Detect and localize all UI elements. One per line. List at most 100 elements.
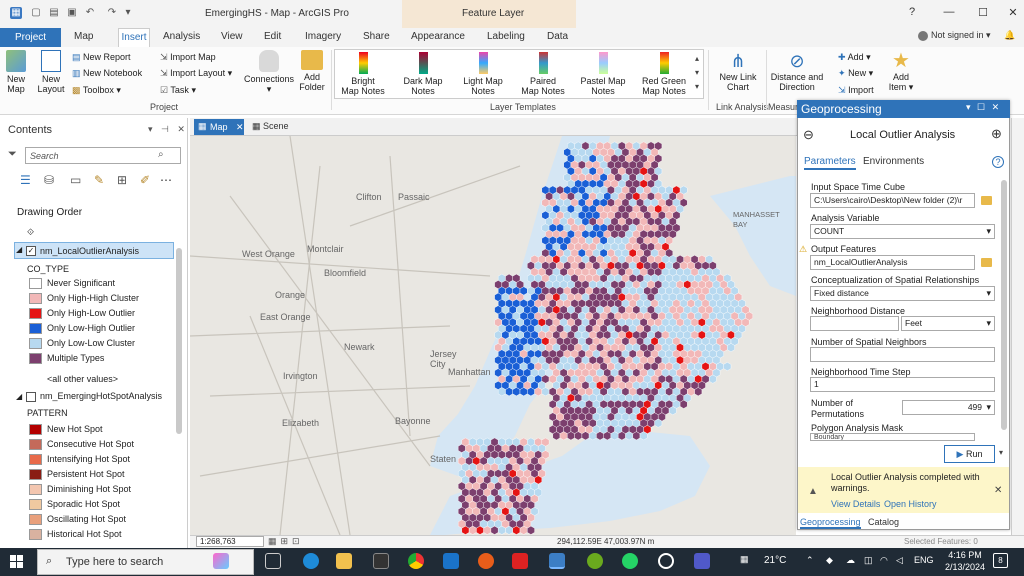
contents-scrollbar[interactable]	[176, 248, 182, 434]
tab-geoprocessing[interactable]: Geoprocessing	[800, 517, 861, 529]
new-layout-button[interactable]: New Layout	[34, 50, 68, 94]
legend-swatch[interactable]	[29, 278, 42, 289]
template-red-green-map-notes[interactable]: Red Green Map Notes	[638, 52, 690, 96]
import-map-button[interactable]: ⇲ Import Map	[160, 52, 216, 63]
file-explorer-icon[interactable]	[336, 553, 352, 569]
temperature[interactable]: 21°C	[764, 555, 786, 566]
distance-direction-button[interactable]: ⊘ Distance and Direction	[769, 50, 825, 92]
legend-swatch[interactable]	[29, 514, 42, 525]
list-by-labeling-icon[interactable]: ✐	[140, 173, 154, 187]
tray-expand-icon[interactable]: ⌃	[806, 555, 814, 566]
windows-start-icon[interactable]	[10, 555, 23, 568]
teams-icon[interactable]	[694, 553, 710, 569]
tab-data[interactable]: Data	[547, 31, 568, 42]
new-notebook-button[interactable]: ▥ New Notebook	[72, 68, 142, 79]
store-icon[interactable]	[373, 553, 389, 569]
distance-unit-select[interactable]: Feet	[901, 316, 995, 331]
add-icon[interactable]: ⊕	[991, 126, 1002, 142]
list-by-editing-icon[interactable]: ✎	[94, 173, 108, 187]
list-drawing-order-icon[interactable]: ☰	[20, 173, 34, 187]
notification-center-badge[interactable]: 8	[993, 553, 1008, 568]
tab-parameters[interactable]: Parameters	[804, 156, 856, 170]
search-icon[interactable]: ⌕	[158, 149, 164, 160]
gallery-scroll-icon[interactable]: ▴ ▾ ▾	[695, 52, 699, 94]
map-nav-icons[interactable]: ▦⊞⊡	[268, 536, 304, 547]
arcgis-pro-taskbar-icon[interactable]	[549, 553, 565, 569]
tab-appearance[interactable]: Appearance	[411, 31, 465, 42]
map-canvas[interactable]: Clifton Passaic West Orange Montclair Bl…	[190, 136, 796, 535]
task-button[interactable]: ☑ Task ▾	[160, 85, 196, 96]
legend-swatch[interactable]	[29, 353, 42, 364]
save-icon[interactable]: ▣	[66, 7, 78, 19]
polygon-mask-field[interactable]: Boundary	[810, 433, 975, 441]
pane-controls[interactable]: ▾ ⊣ ✕	[148, 124, 188, 135]
legend-swatch[interactable]	[29, 293, 42, 304]
help-button[interactable]: ?	[909, 6, 915, 18]
tab-map[interactable]: Map	[74, 31, 93, 42]
neighborhood-distance-input[interactable]	[810, 316, 899, 331]
legend-swatch[interactable]	[29, 308, 42, 319]
tab-project[interactable]: Project	[0, 28, 61, 47]
qat-dropdown-icon[interactable]: ▾	[122, 7, 134, 19]
user-account[interactable]: Not signed in ▾	[918, 30, 991, 41]
add-item-button[interactable]: ★ Add Item ▾	[884, 50, 918, 92]
legend-swatch[interactable]	[29, 454, 42, 465]
maximize-icon[interactable]: ☐	[976, 6, 990, 19]
tab-edit[interactable]: Edit	[264, 31, 281, 42]
new-button[interactable]: ✦ New ▾	[838, 68, 873, 79]
onedrive-icon[interactable]: ☁	[846, 555, 855, 566]
volume-icon[interactable]: ◁	[896, 555, 903, 566]
legend-swatch[interactable]	[29, 469, 42, 480]
legend-swatch[interactable]	[29, 439, 42, 450]
open-icon[interactable]: ▤	[48, 7, 60, 19]
tab-labeling[interactable]: Labeling	[487, 31, 525, 42]
tab-imagery[interactable]: Imagery	[305, 31, 341, 42]
map-node-icon[interactable]: ⟐	[27, 227, 34, 238]
permutations-select[interactable]: 499	[902, 400, 995, 415]
pdf-icon[interactable]	[512, 553, 528, 569]
task-view-icon[interactable]	[265, 553, 281, 569]
edge-icon[interactable]	[303, 553, 319, 569]
back-arrow-icon[interactable]: ⊖	[803, 127, 814, 143]
toolbox-button[interactable]: ▩ Toolbox ▾	[72, 85, 121, 96]
new-link-chart-button[interactable]: ⋔ New Link Chart	[716, 50, 760, 92]
undo-icon[interactable]: ↶	[84, 7, 96, 19]
time-step-input[interactable]: 1	[810, 377, 995, 392]
close-icon[interactable]: ✕	[236, 122, 244, 132]
close-icon[interactable]: ✕	[1006, 6, 1020, 19]
browse-folder-icon[interactable]	[981, 258, 992, 267]
template-pastel-map-notes[interactable]: Pastel Map Notes	[578, 52, 628, 96]
template-dark-map-notes[interactable]: Dark Map Notes	[398, 52, 448, 96]
run-dropdown-icon[interactable]: ▾	[999, 448, 1003, 457]
legend-swatch[interactable]	[29, 323, 42, 334]
minimize-icon[interactable]: —	[942, 6, 956, 18]
media-player-icon[interactable]	[658, 553, 674, 569]
clock[interactable]: 4:16 PM 2/13/2024	[944, 549, 986, 573]
template-light-map-notes[interactable]: Light Map Notes	[458, 52, 508, 96]
browse-folder-icon[interactable]	[981, 196, 992, 205]
add-folder-button[interactable]: Add Folder	[297, 50, 327, 92]
help-icon[interactable]: ?	[992, 156, 1004, 168]
analysis-variable-select[interactable]: COUNT	[810, 224, 995, 239]
view-details-link[interactable]: View Details	[831, 499, 880, 509]
close-icon[interactable]: ✕	[994, 485, 1002, 496]
legend-swatch[interactable]	[29, 484, 42, 495]
new-project-icon[interactable]: ▢	[30, 7, 42, 19]
qgis-icon[interactable]	[587, 553, 603, 569]
tab-catalog[interactable]: Catalog	[868, 517, 899, 527]
more-options-icon[interactable]: ⋯	[160, 173, 174, 187]
new-map-button[interactable]: New Map	[4, 50, 28, 94]
new-report-button[interactable]: ▤ New Report	[72, 52, 131, 63]
notification-bell-icon[interactable]: 🔔	[1004, 30, 1015, 41]
network-icon[interactable]: ◫	[864, 555, 873, 566]
layer-visibility-checkbox[interactable]	[26, 392, 36, 402]
tab-view[interactable]: View	[221, 31, 243, 42]
tab-insert[interactable]: Insert	[118, 28, 150, 47]
tab-share[interactable]: Share	[363, 31, 390, 42]
import-button[interactable]: ⇲ Import	[838, 85, 874, 96]
tab-scene-view[interactable]: ▦ Scene	[252, 121, 289, 132]
legend-swatch[interactable]	[29, 529, 42, 540]
import-layout-button[interactable]: ⇲ Import Layout ▾	[160, 68, 232, 79]
redo-icon[interactable]: ↷	[106, 7, 118, 19]
tab-analysis[interactable]: Analysis	[163, 31, 200, 42]
